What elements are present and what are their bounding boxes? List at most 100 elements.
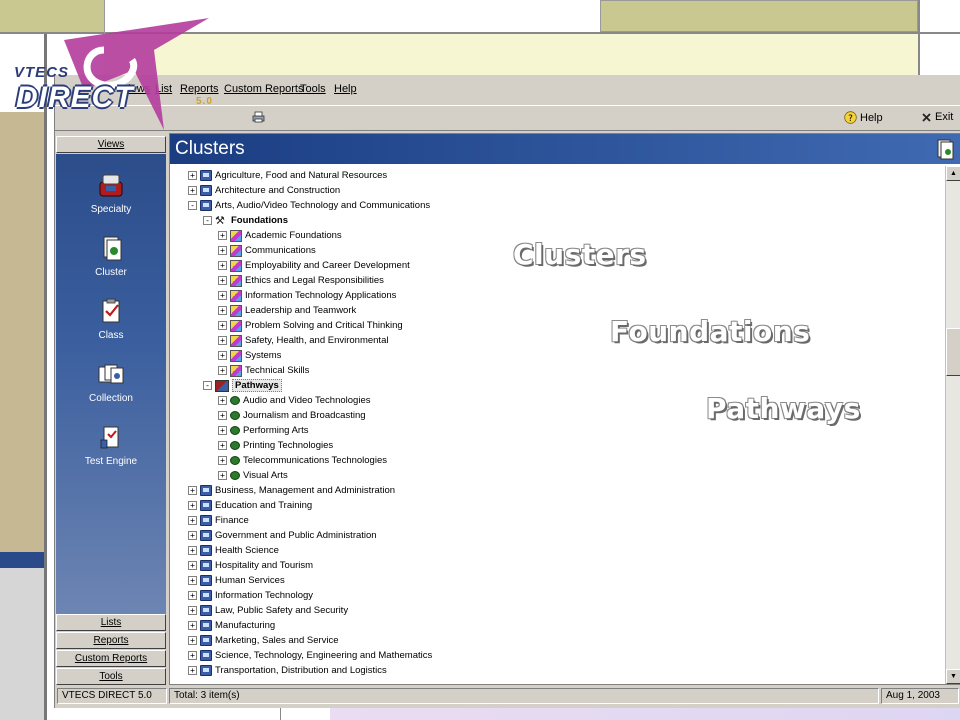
tree-row[interactable]: + Printing Technologies	[218, 438, 333, 453]
tree-row[interactable]: + Audio and Video Technologies	[218, 393, 370, 408]
sidebar-custom-reports-button[interactable]: Custom Reports	[56, 650, 166, 667]
sidebar-item-cluster[interactable]: Cluster	[56, 233, 166, 278]
scroll-thumb[interactable]	[946, 328, 960, 376]
expand-toggle[interactable]: +	[218, 231, 227, 240]
collapse-toggle[interactable]: -	[203, 216, 212, 225]
expand-toggle[interactable]: +	[188, 186, 197, 195]
tree-row[interactable]: + Education and Training	[188, 498, 312, 513]
tree-vertical-scrollbar[interactable]: ▲ ▼	[945, 166, 960, 684]
tree-row[interactable]: - ⚒ Foundations	[203, 213, 288, 228]
expand-toggle[interactable]: +	[218, 411, 227, 420]
expand-toggle[interactable]: +	[188, 171, 197, 180]
test-engine-icon	[100, 426, 119, 449]
expand-toggle[interactable]: +	[188, 621, 197, 630]
tree-row[interactable]: + Information Technology	[188, 588, 313, 603]
tree-row-label: Pathways	[232, 379, 282, 392]
tree-row[interactable]: - Arts, Audio/Video Technology and Commun…	[188, 198, 430, 213]
expand-toggle[interactable]: +	[218, 426, 227, 435]
tree-row[interactable]: + Leadership and Teamwork	[218, 303, 356, 318]
scroll-up-arrow[interactable]: ▲	[946, 166, 960, 181]
tree-row[interactable]: + Performing Arts	[218, 423, 308, 438]
tree-row[interactable]: + Problem Solving and Critical Thinking	[218, 318, 403, 333]
tree-row[interactable]: - Pathways	[203, 378, 282, 393]
scroll-down-arrow[interactable]: ▼	[946, 669, 960, 684]
expand-toggle[interactable]: +	[188, 666, 197, 675]
foundation-node-icon	[230, 334, 242, 347]
tree-row[interactable]: + Finance	[188, 513, 249, 528]
expand-toggle[interactable]: +	[188, 561, 197, 570]
tree-row-label: Architecture and Construction	[215, 185, 341, 196]
tree-row[interactable]: + Government and Public Administration	[188, 528, 377, 543]
menu-custom-reports[interactable]: Custom Reports	[224, 83, 303, 95]
expand-toggle[interactable]: +	[188, 516, 197, 525]
expand-toggle[interactable]: +	[218, 276, 227, 285]
sidebar-item-class[interactable]: Class	[56, 296, 166, 341]
expand-toggle[interactable]: +	[188, 636, 197, 645]
tree-row[interactable]: + Visual Arts	[218, 468, 288, 483]
tree-row[interactable]: + Science, Technology, Engineering and Ma…	[188, 648, 432, 663]
expand-toggle[interactable]: +	[218, 471, 227, 480]
exit-button[interactable]: Exit	[921, 111, 953, 123]
cluster-icon	[103, 236, 122, 261]
tree-row[interactable]: + Safety, Health, and Environmental	[218, 333, 388, 348]
expand-toggle[interactable]: +	[188, 486, 197, 495]
sidebar-item-specialty[interactable]: Specialty	[56, 170, 166, 215]
tree-row[interactable]: + Academic Foundations	[218, 228, 342, 243]
expand-toggle[interactable]: +	[218, 396, 227, 405]
tree-row-label: Agriculture, Food and Natural Resources	[215, 170, 388, 181]
tree-row[interactable]: + Business, Management and Administration	[188, 483, 395, 498]
collapse-toggle[interactable]: -	[188, 201, 197, 210]
expand-toggle[interactable]: +	[188, 591, 197, 600]
tree-row[interactable]: + Systems	[218, 348, 281, 363]
foundation-node-icon	[230, 244, 242, 257]
cluster-node-icon	[200, 545, 212, 556]
expand-toggle[interactable]: +	[218, 336, 227, 345]
expand-toggle[interactable]: +	[218, 456, 227, 465]
expand-toggle[interactable]: +	[218, 246, 227, 255]
expand-toggle[interactable]: +	[188, 501, 197, 510]
menu-help[interactable]: Help	[334, 83, 357, 95]
sidebar-reports-button[interactable]: Reports	[56, 632, 166, 649]
expand-toggle[interactable]: +	[188, 546, 197, 555]
expand-toggle[interactable]: +	[218, 351, 227, 360]
tree-row[interactable]: + Architecture and Construction	[188, 183, 340, 198]
sidebar-item-test-engine[interactable]: Test Engine	[56, 422, 166, 467]
tree-row[interactable]: + Information Technology Applications	[218, 288, 396, 303]
menu-tools[interactable]: Tools	[300, 83, 326, 95]
tree-row[interactable]: + Telecommunications Technologies	[218, 453, 387, 468]
collapse-toggle[interactable]: -	[203, 381, 212, 390]
tree-row-label: Science, Technology, Engineering and Mat…	[215, 650, 433, 661]
expand-toggle[interactable]: +	[188, 651, 197, 660]
expand-toggle[interactable]: +	[218, 321, 227, 330]
help-button[interactable]: ? Help	[844, 111, 883, 124]
expand-toggle[interactable]: +	[188, 576, 197, 585]
expand-toggle[interactable]: +	[218, 261, 227, 270]
tree-row-label: Problem Solving and Critical Thinking	[245, 320, 403, 331]
expand-toggle[interactable]: +	[218, 366, 227, 375]
tree-row-label: Hospitality and Tourism	[215, 560, 314, 571]
tree-row[interactable]: + Hospitality and Tourism	[188, 558, 313, 573]
page-title: Clusters	[175, 138, 245, 159]
tree-row[interactable]: + Manufacturing	[188, 618, 275, 633]
tree-row[interactable]: + Communications	[218, 243, 316, 258]
tree-row[interactable]: + Health Science	[188, 543, 279, 558]
expand-toggle[interactable]: +	[218, 441, 227, 450]
tree-row[interactable]: + Employability and Career Development	[218, 258, 410, 273]
tree-row[interactable]: + Agriculture, Food and Natural Resources	[188, 168, 387, 183]
tree-row[interactable]: + Law, Public Safety and Security	[188, 603, 348, 618]
sidebar-lists-button[interactable]: Lists	[56, 614, 166, 631]
tree-row[interactable]: + Journalism and Broadcasting	[218, 408, 366, 423]
expand-toggle[interactable]: +	[188, 606, 197, 615]
tree-row[interactable]: + Technical Skills	[218, 363, 309, 378]
expand-toggle[interactable]: +	[218, 291, 227, 300]
expand-toggle[interactable]: +	[218, 306, 227, 315]
print-button[interactable]	[252, 111, 265, 123]
sidebar-item-collection[interactable]: Collection	[56, 359, 166, 404]
views-panel: Specialty Cluster Class Collection Test …	[56, 154, 166, 614]
expand-toggle[interactable]: +	[188, 531, 197, 540]
tree-row[interactable]: + Transportation, Distribution and Logist…	[188, 663, 387, 678]
tree-row[interactable]: + Marketing, Sales and Service	[188, 633, 339, 648]
tree-row[interactable]: + Ethics and Legal Responsibilities	[218, 273, 384, 288]
sidebar-tools-button[interactable]: Tools	[56, 668, 166, 685]
tree-row[interactable]: + Human Services	[188, 573, 285, 588]
